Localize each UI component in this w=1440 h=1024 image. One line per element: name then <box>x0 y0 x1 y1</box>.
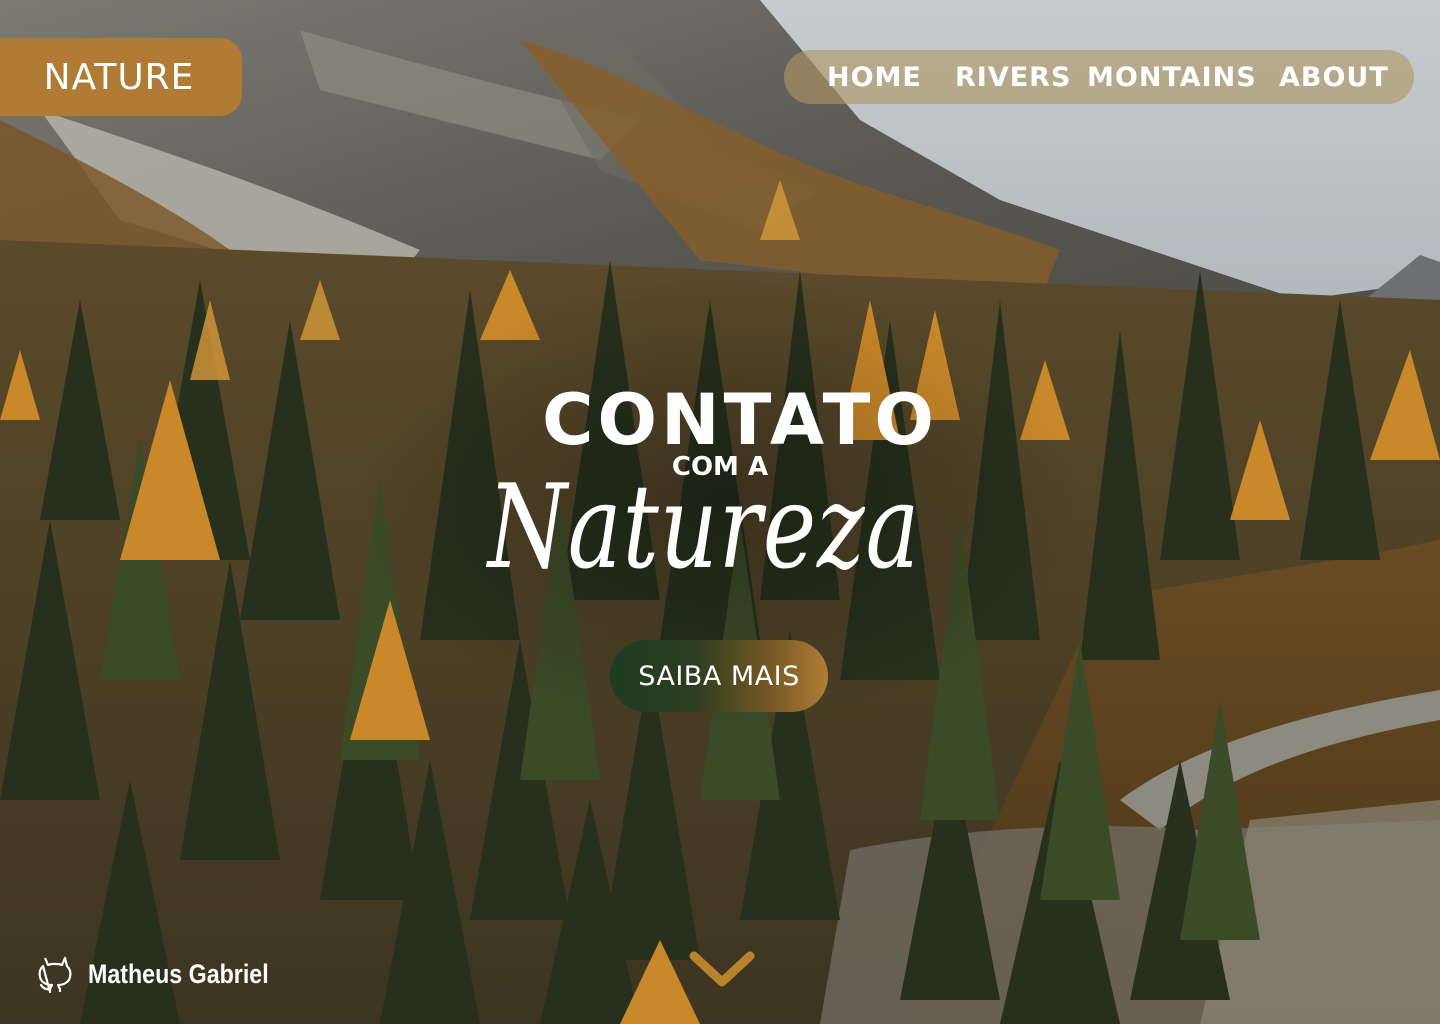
landing-page: NATURE HOME RIVERS MONTAINS ABOUT CONTAT… <box>0 0 1440 1024</box>
saiba-mais-button[interactable]: SAIBA MAIS <box>610 640 828 712</box>
nav-link-home[interactable]: HOME <box>827 62 922 94</box>
nav-link-rivers[interactable]: RIVERS <box>955 62 1071 94</box>
github-icon <box>38 956 72 994</box>
chevron-down-icon[interactable] <box>688 948 756 992</box>
nav-link-montains[interactable]: MONTAINS <box>1087 62 1257 94</box>
author-credit[interactable]: Matheus Gabriel <box>36 954 298 994</box>
logo-text: NATURE <box>43 56 195 98</box>
hero-script-title: Natureza <box>487 460 921 595</box>
nav-link-about[interactable]: ABOUT <box>1279 62 1389 94</box>
hero-title: CONTATO <box>542 379 938 461</box>
author-name: Matheus Gabriel <box>88 958 269 989</box>
site-logo[interactable]: NATURE <box>0 38 242 116</box>
main-nav: HOME RIVERS MONTAINS ABOUT <box>784 50 1414 104</box>
